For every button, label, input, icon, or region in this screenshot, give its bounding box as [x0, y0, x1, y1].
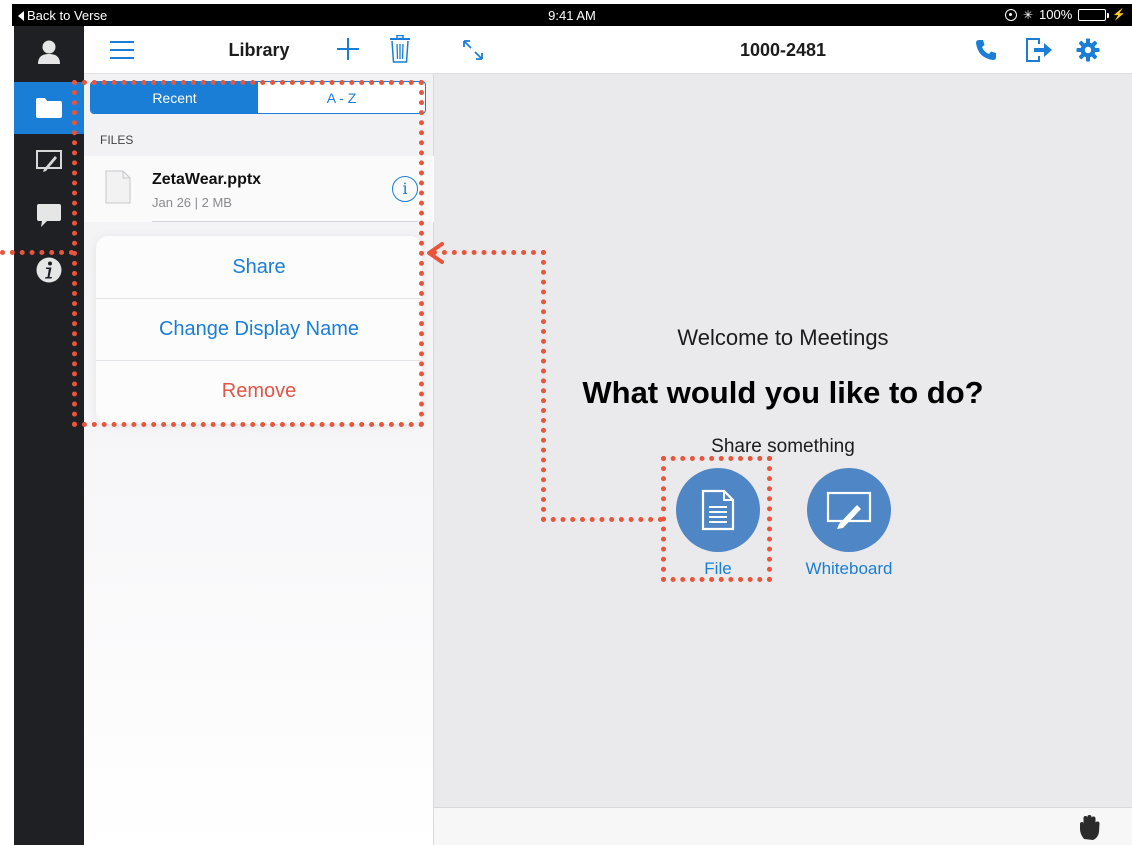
whiteboard-pen-icon	[826, 491, 872, 529]
folder-icon	[36, 98, 62, 118]
share-whiteboard-button[interactable]	[807, 468, 891, 552]
rail-profile[interactable]	[14, 26, 84, 78]
file-list-item[interactable]: ZetaWear.pptx Jan 26 | 2 MB i	[84, 156, 434, 222]
meeting-header: 1000-2481	[434, 26, 1132, 74]
library-title: Library	[228, 40, 290, 60]
file-meta: Jan 26 | 2 MB	[152, 195, 232, 210]
charging-icon: ⚡	[1112, 9, 1126, 21]
file-icon	[701, 489, 735, 531]
info-icon	[36, 257, 62, 283]
trash-icon[interactable]	[389, 35, 411, 63]
prompt-heading: What would you like to do?	[582, 375, 984, 410]
status-bar: Back to Verse 9:41 AM ✳ 100% ⚡	[12, 4, 1132, 26]
whiteboard-icon	[36, 150, 62, 172]
phone-icon[interactable]	[974, 38, 998, 62]
meeting-stage: 1000-2481 Welcome to Meetings What would…	[434, 26, 1132, 845]
segment-a-z[interactable]: A - Z	[258, 82, 425, 113]
profile-icon	[38, 40, 60, 64]
share-file-label[interactable]: File	[676, 559, 760, 579]
bottom-toolbar	[434, 807, 1132, 845]
files-section-label: FILES	[100, 133, 134, 147]
segment-recent[interactable]: Recent	[91, 82, 258, 113]
raise-hand-icon[interactable]	[1078, 815, 1102, 841]
app-window: Back to Verse 9:41 AM ✳ 100% ⚡ Library R…	[0, 0, 1132, 845]
library-header: Library	[84, 26, 434, 74]
library-panel: Library Recent A - Z FILES ZetaWear.pptx…	[84, 26, 434, 845]
left-rail	[14, 26, 91, 845]
file-info-button[interactable]: i	[392, 176, 418, 202]
status-time: 9:41 AM	[548, 8, 596, 23]
change-display-name-action[interactable]: Change Display Name	[96, 298, 422, 360]
rail-library[interactable]	[14, 82, 91, 134]
share-whiteboard-label[interactable]: Whiteboard	[790, 559, 908, 579]
document-icon	[105, 170, 131, 204]
share-prompt: Share something	[711, 436, 855, 457]
bluetooth-icon: ✳	[1022, 7, 1034, 22]
remove-action[interactable]: Remove	[96, 360, 422, 422]
share-file-button[interactable]	[676, 468, 760, 552]
rail-whiteboard[interactable]	[14, 136, 84, 188]
rail-chat[interactable]	[14, 190, 84, 242]
file-name: ZetaWear.pptx	[152, 171, 262, 188]
rail-info[interactable]	[14, 244, 84, 296]
battery-icon	[1078, 8, 1110, 21]
battery-percent: 100%	[1039, 7, 1073, 22]
file-action-sheet: Share Change Display Name Remove	[96, 236, 422, 424]
annotation-arrowhead-icon	[427, 242, 444, 264]
divider	[152, 221, 418, 222]
welcome-text: Welcome to Meetings	[677, 325, 889, 350]
gear-icon[interactable]	[1076, 38, 1100, 62]
leave-meeting-icon[interactable]	[1025, 37, 1053, 63]
rotation-lock-icon	[1004, 8, 1017, 21]
add-icon[interactable]	[336, 37, 360, 61]
sort-segmented-control: Recent A - Z	[90, 81, 426, 114]
chat-icon	[37, 204, 61, 227]
share-action[interactable]: Share	[96, 236, 422, 298]
status-indicators: ✳ 100% ⚡	[1004, 7, 1126, 22]
